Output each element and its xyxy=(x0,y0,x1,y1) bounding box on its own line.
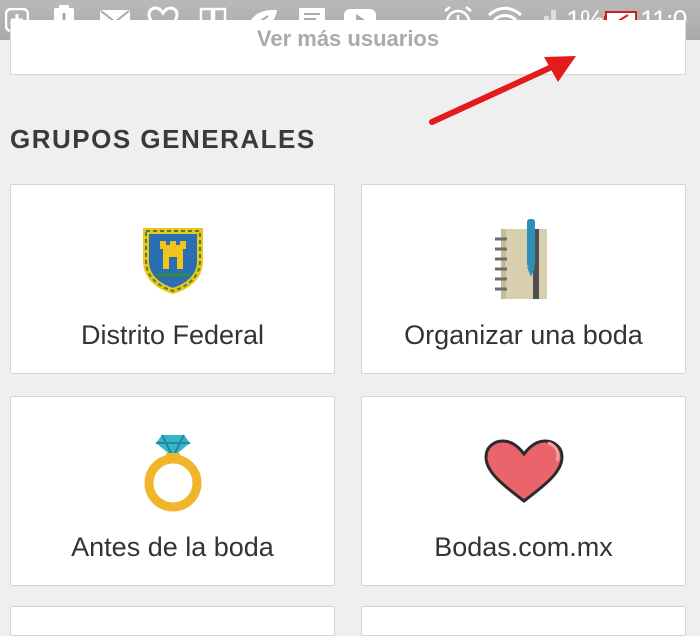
section-title: GRUPOS GENERALES xyxy=(10,124,316,154)
group-label: Distrito Federal xyxy=(80,320,265,350)
group-card-antes-de-la-boda[interactable]: Antes de la boda xyxy=(10,396,335,586)
ring-icon xyxy=(128,427,218,517)
annotation-arrow xyxy=(429,56,576,125)
group-label: Antes de la boda xyxy=(71,532,274,562)
more-users-label: Ver más usuarios xyxy=(256,26,440,51)
group-label: Bodas.com.mx xyxy=(434,532,613,562)
group-card-distrito-federal[interactable]: Distrito Federal xyxy=(10,184,335,374)
group-card-organizar-una-boda[interactable]: Organizar una boda xyxy=(361,184,686,374)
group-card-partial[interactable] xyxy=(10,606,335,636)
group-card-bodas-com-mx[interactable]: Bodas.com.mx xyxy=(361,396,686,586)
group-label: Organizar una boda xyxy=(404,320,643,350)
heart-icon xyxy=(479,427,569,517)
notebook-icon xyxy=(479,215,569,305)
coat-of-arms-icon xyxy=(128,215,218,305)
group-card-partial[interactable] xyxy=(361,606,686,636)
